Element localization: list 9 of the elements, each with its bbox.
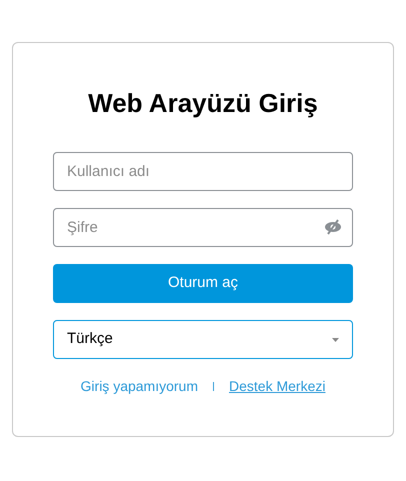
language-select[interactable]: Türkçe [53, 320, 353, 359]
help-link[interactable]: Giriş yapamıyorum [80, 376, 198, 397]
page-title: Web Arayüzü Giriş [88, 87, 318, 119]
login-button[interactable]: Oturum aç [53, 264, 353, 303]
dropdown-caret-icon [332, 338, 339, 342]
eye-slash-icon[interactable] [324, 219, 342, 235]
password-field[interactable]: Şifre [53, 208, 353, 247]
username-field[interactable]: Kullanıcı adı [53, 152, 353, 191]
help-link[interactable]: Destek Merkezi [229, 376, 326, 397]
